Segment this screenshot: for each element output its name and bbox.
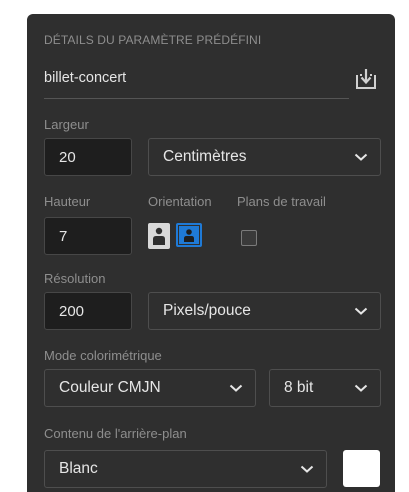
chevron-down-icon: [354, 384, 368, 392]
artboards-label: Plans de travail: [237, 194, 326, 209]
background-value: Blanc: [59, 460, 98, 477]
portrait-person-icon: [153, 227, 165, 245]
width-unit-value: Centimètres: [163, 148, 247, 165]
save-preset-button[interactable]: [351, 64, 381, 94]
background-label: Contenu de l'arrière-plan: [44, 426, 187, 441]
section-title: DÉTAILS DU PARAMÈTRE PRÉDÉFINI: [44, 33, 262, 47]
artboards-checkbox[interactable]: [241, 230, 257, 246]
landscape-person-icon: [179, 226, 199, 244]
orientation-landscape-button[interactable]: [176, 223, 202, 247]
bit-depth-select[interactable]: 8 bit: [269, 369, 381, 407]
height-label: Hauteur: [44, 194, 91, 209]
chevron-down-icon: [354, 307, 368, 315]
width-label: Largeur: [44, 117, 89, 132]
bit-depth-value: 8 bit: [284, 379, 314, 396]
width-input[interactable]: 20: [44, 138, 132, 176]
color-mode-select[interactable]: Couleur CMJN: [44, 369, 256, 407]
width-unit-select[interactable]: Centimètres: [148, 138, 381, 176]
chevron-down-icon: [229, 384, 243, 392]
preset-name-field[interactable]: billet-concert: [44, 70, 126, 86]
resolution-input[interactable]: 200: [44, 292, 132, 330]
preset-name-underline: [44, 98, 349, 99]
chevron-down-icon: [300, 465, 314, 473]
chevron-down-icon: [354, 153, 368, 161]
orientation-label: Orientation: [148, 194, 212, 209]
orientation-portrait-button[interactable]: [148, 223, 170, 249]
resolution-unit-select[interactable]: Pixels/pouce: [148, 292, 381, 330]
color-mode-label: Mode colorimétrique: [44, 348, 162, 363]
color-mode-value: Couleur CMJN: [59, 379, 161, 396]
background-color-swatch[interactable]: [343, 450, 380, 487]
background-select[interactable]: Blanc: [44, 450, 327, 488]
resolution-label: Résolution: [44, 271, 106, 286]
save-preset-icon: [356, 69, 376, 89]
document-preset-panel: DÉTAILS DU PARAMÈTRE PRÉDÉFINI billet-co…: [27, 14, 395, 492]
resolution-unit-value: Pixels/pouce: [163, 302, 251, 319]
height-input[interactable]: 7: [44, 217, 132, 255]
